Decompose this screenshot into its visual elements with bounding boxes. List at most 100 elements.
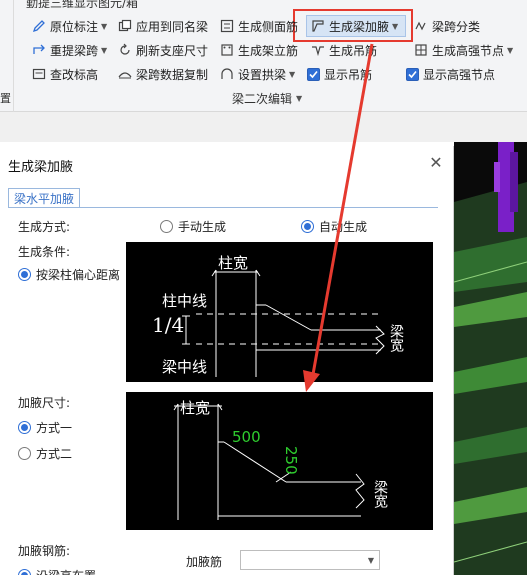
haunch-icon bbox=[311, 19, 325, 33]
chevron-down-icon[interactable]: ▼ bbox=[507, 46, 513, 55]
d2-beam-width: 梁宽 bbox=[372, 480, 388, 508]
show-hanger-label: 显示吊筋 bbox=[324, 67, 373, 82]
copy-icon bbox=[118, 19, 132, 33]
ribbon-top-cut-text: 勤提三维显示图元/箱 bbox=[26, 0, 139, 8]
d2-dim-horizontal: 500 bbox=[232, 428, 261, 446]
strong-node-icon bbox=[414, 43, 428, 57]
size-opt1-label: 方式一 bbox=[36, 421, 73, 435]
haunch-diagram-2: 柱宽 500 250 梁宽 bbox=[126, 392, 433, 530]
size-label: 加腋尺寸: bbox=[18, 396, 71, 410]
apply-same-label: 应用到同名梁 bbox=[136, 19, 209, 34]
tab-label: 梁水平加腋 bbox=[13, 192, 74, 206]
yuanwei-label: 原位标注 bbox=[50, 19, 99, 34]
tab-underline bbox=[8, 207, 438, 208]
d1-col-center: 柱中线 bbox=[162, 292, 208, 310]
ribbon-left-strip: 置 bbox=[0, 0, 14, 112]
check-elev-label: 查改标高 bbox=[50, 67, 99, 82]
rebar-select[interactable]: ▼ bbox=[240, 550, 380, 570]
refresh-icon bbox=[118, 43, 132, 57]
d2-col-width: 柱宽 bbox=[180, 399, 211, 417]
span-copy-icon bbox=[118, 67, 132, 81]
ribbon-toolbar: 勤提三维显示图元/箱 置 原位标注 ▼ 应用到同名梁 生成侧面筋 生成梁加腋 ▼ bbox=[0, 0, 527, 112]
dialog-title: 生成梁加腋 bbox=[8, 160, 74, 175]
ribbon-group-label[interactable]: 梁二次编辑 ▼ bbox=[232, 90, 302, 107]
d1-fraction: 1/4 bbox=[152, 313, 185, 337]
size-opt2-label: 方式二 bbox=[36, 447, 73, 461]
d2-dim-vertical: 250 bbox=[282, 446, 300, 475]
3d-scene-graphic bbox=[454, 142, 527, 575]
beam-stirrup-label: 生成架立筋 bbox=[238, 43, 299, 58]
side-rebar-button[interactable]: 生成侧面筋 bbox=[220, 16, 298, 36]
ribbon-top-cut: 勤提三维显示图元/箱 bbox=[0, 0, 527, 8]
size-opt2-radio[interactable]: 方式二 bbox=[18, 445, 72, 462]
refresh-support-button[interactable]: 刷新支座尺寸 bbox=[118, 40, 208, 60]
side-rebar-label: 生成侧面筋 bbox=[238, 19, 299, 34]
chevron-down-icon[interactable]: ▼ bbox=[368, 556, 374, 565]
d1-beam-center: 梁中线 bbox=[162, 358, 208, 376]
workspace-gap bbox=[0, 112, 527, 142]
checkbox-checked-icon[interactable] bbox=[406, 67, 419, 81]
radio-unchecked-icon[interactable] bbox=[18, 447, 31, 460]
span-class-label: 梁跨分类 bbox=[432, 19, 481, 34]
radio-checked-icon[interactable] bbox=[18, 569, 31, 575]
radio-checked-icon[interactable] bbox=[18, 421, 31, 434]
rebar-field-label: 加腋筋 bbox=[186, 555, 223, 569]
side-rebar-icon bbox=[220, 19, 234, 33]
radio-checked-icon[interactable] bbox=[301, 220, 314, 233]
chevron-down-icon[interactable]: ▼ bbox=[101, 46, 107, 55]
relift-label: 重提梁跨 bbox=[50, 43, 99, 58]
method-auto-radio[interactable]: 自动生成 bbox=[301, 218, 367, 235]
method-label: 生成方式: bbox=[18, 220, 71, 234]
show-strong-checkbox[interactable]: 显示高强节点 bbox=[406, 64, 495, 84]
ribbon-left-strip-text: 置 bbox=[0, 92, 11, 105]
span-class-button[interactable]: 梁跨分类 bbox=[414, 16, 480, 36]
elevation-icon bbox=[32, 67, 46, 81]
arch-icon bbox=[220, 67, 234, 81]
ribbon-group-label-text: 梁二次编辑 bbox=[232, 92, 293, 106]
set-arch-button[interactable]: 设置拱梁 ▼ bbox=[220, 64, 295, 84]
chevron-down-icon[interactable]: ▼ bbox=[296, 94, 302, 103]
hanger-button[interactable]: 生成吊筋 bbox=[311, 40, 377, 60]
show-hanger-checkbox[interactable]: 显示吊筋 bbox=[307, 64, 372, 84]
relift-button[interactable]: 重提梁跨 ▼ bbox=[32, 40, 107, 60]
radio-checked-icon[interactable] bbox=[18, 268, 31, 281]
copy-span-button[interactable]: 梁跨数据复制 bbox=[118, 64, 208, 84]
d1-col-width: 柱宽 bbox=[218, 254, 249, 272]
chevron-down-icon[interactable]: ▼ bbox=[289, 70, 295, 79]
checkbox-checked-icon[interactable] bbox=[307, 67, 320, 81]
method-manual-radio[interactable]: 手动生成 bbox=[160, 218, 226, 235]
chevron-down-icon[interactable]: ▼ bbox=[392, 22, 398, 31]
method-manual-label: 手动生成 bbox=[178, 220, 227, 234]
rebar-label: 加腋钢筋: bbox=[18, 544, 71, 558]
condition-label: 生成条件: bbox=[18, 245, 71, 259]
strong-node-label: 生成高强节点 bbox=[432, 43, 505, 58]
apply-same-button[interactable]: 应用到同名梁 bbox=[118, 16, 208, 36]
method-auto-label: 自动生成 bbox=[319, 220, 368, 234]
span-class-icon bbox=[414, 19, 428, 33]
stirrup-icon bbox=[220, 43, 234, 57]
condition-option-label: 按梁柱偏心距离 bbox=[36, 268, 121, 282]
tab-horizontal-haunch[interactable]: 梁水平加腋 bbox=[8, 188, 80, 208]
check-elev-button[interactable]: 查改标高 bbox=[32, 64, 98, 84]
copy-span-label: 梁跨数据复制 bbox=[136, 67, 209, 82]
close-icon[interactable]: ✕ bbox=[428, 153, 444, 172]
beam-stirrup-button[interactable]: 生成架立筋 bbox=[220, 40, 298, 60]
haunch-dialog: 生成梁加腋 ✕ 梁水平加腋 生成方式: 手动生成 自动生成 生成条件: 按梁柱偏… bbox=[0, 146, 454, 575]
size-opt1-radio[interactable]: 方式一 bbox=[18, 419, 72, 436]
set-arch-label: 设置拱梁 bbox=[238, 67, 287, 82]
3d-viewport[interactable] bbox=[454, 142, 527, 575]
yuanwei-button[interactable]: 原位标注 ▼ bbox=[32, 16, 107, 36]
haunch-label: 生成梁加腋 bbox=[329, 19, 390, 34]
strong-node-button[interactable]: 生成高强节点 ▼ bbox=[414, 40, 513, 60]
hanger-icon bbox=[311, 43, 325, 57]
refresh-support-label: 刷新支座尺寸 bbox=[136, 43, 209, 58]
condition-option-radio[interactable]: 按梁柱偏心距离 bbox=[18, 266, 120, 283]
rebar-option-radio[interactable]: 沿梁高布置 bbox=[18, 567, 96, 575]
hanger-label: 生成吊筋 bbox=[329, 43, 378, 58]
pencil-icon bbox=[32, 19, 46, 33]
radio-unchecked-icon[interactable] bbox=[160, 220, 173, 233]
d1-beam-width: 梁宽 bbox=[388, 324, 404, 352]
chevron-down-icon[interactable]: ▼ bbox=[101, 22, 107, 31]
relift-icon bbox=[32, 43, 46, 57]
haunch-button[interactable]: 生成梁加腋 ▼ bbox=[311, 16, 398, 36]
